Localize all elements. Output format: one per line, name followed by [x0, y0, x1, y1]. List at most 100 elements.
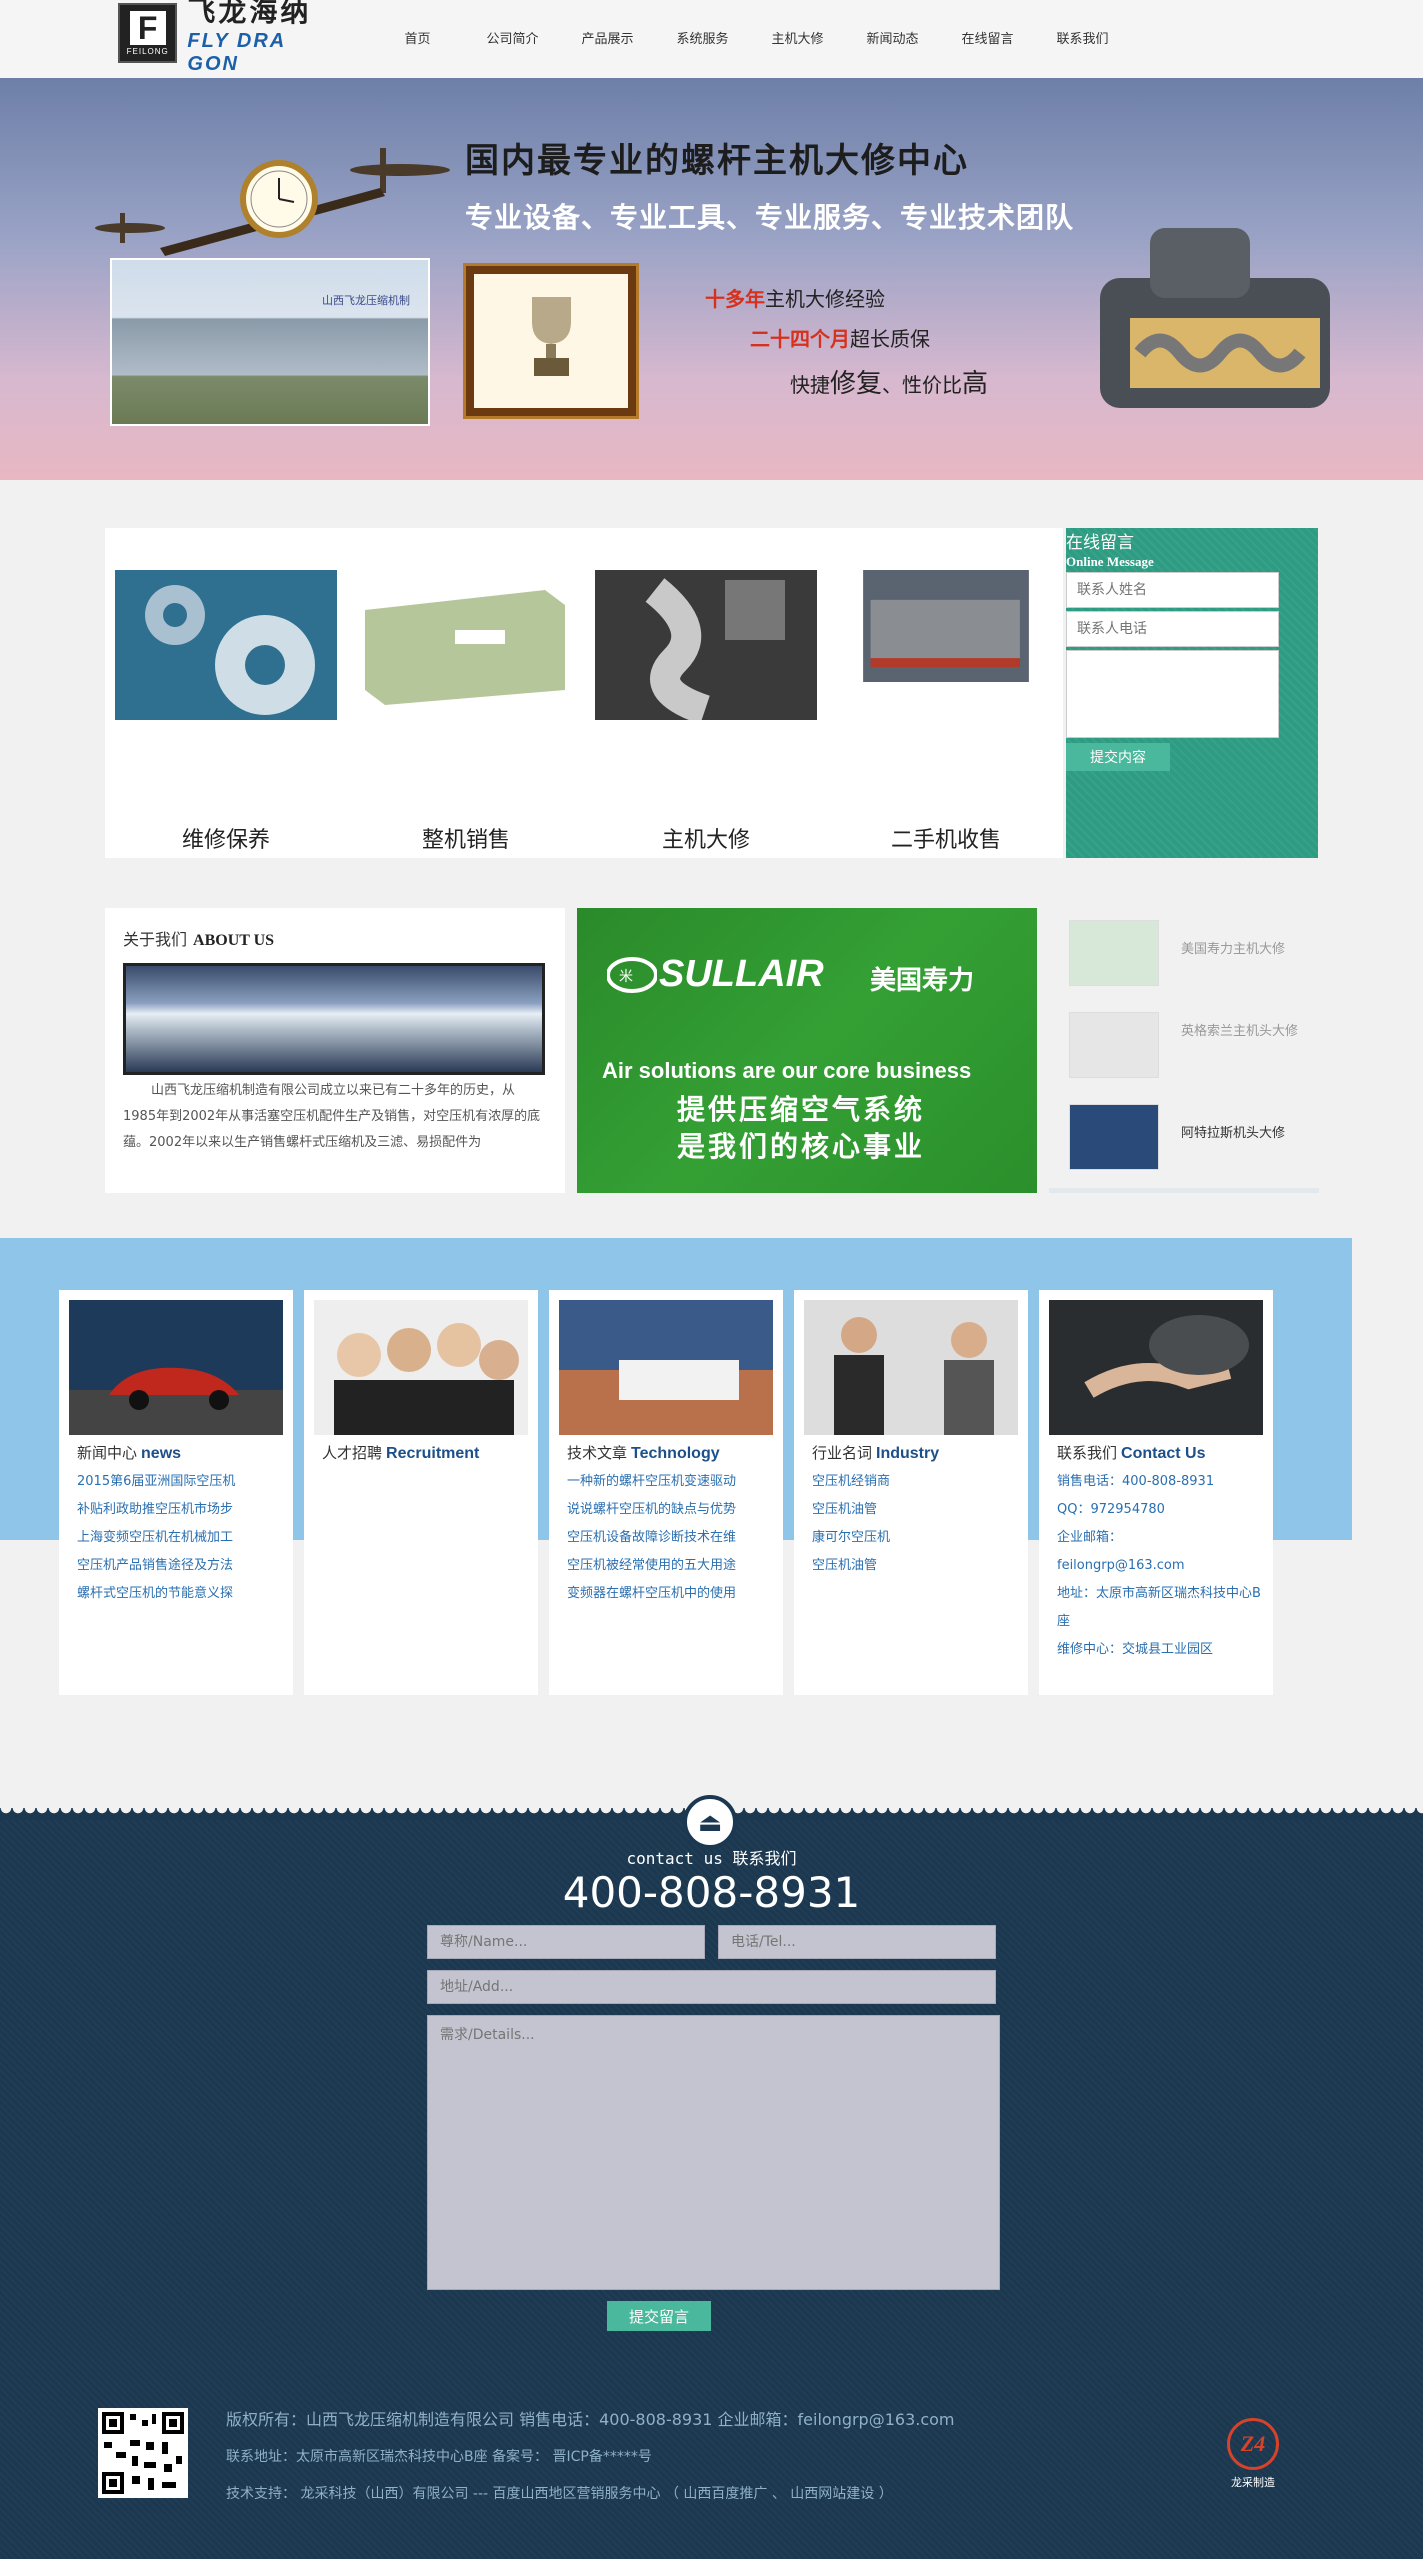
sullair-slogan-en: Air solutions are our core business: [602, 1058, 972, 1083]
list-item[interactable]: 空压机设备故障诊断技术在维: [567, 1524, 772, 1552]
technology-card: 技术文章 Technology 一种新的螺杆空压机变速驱动 说说螺杆空压机的缺点与…: [549, 1290, 783, 1695]
footer-submit-button[interactable]: 提交留言: [607, 2301, 711, 2331]
nav-message[interactable]: 在线留言: [940, 28, 1035, 47]
product-list: 美国寿力主机大修 英格索兰主机头大修 阿特拉斯机头大修: [1049, 908, 1319, 1193]
about-panel: 关于我们 ABOUT US 山西飞龙压缩机制造有限公司成立以来已有二十多年的历史，…: [105, 908, 565, 1193]
list-item[interactable]: 螺杆式空压机的节能意义探: [77, 1580, 282, 1608]
contact-phone-input[interactable]: [1066, 611, 1279, 647]
svg-text:米: 米: [619, 969, 633, 985]
screw-rotor-image: [595, 570, 817, 725]
message-textarea[interactable]: [1066, 650, 1279, 738]
product-thumb: [1069, 1012, 1159, 1078]
signing-image: [559, 1300, 773, 1435]
technology-list: 一种新的螺杆空压机变速驱动 说说螺杆空压机的缺点与优势 空压机设备故障诊断技术在…: [567, 1468, 772, 1608]
main-nav: 首页 公司简介 产品展示 系统服务 主机大修 新闻动态 在线留言 联系我们: [370, 28, 1130, 47]
tech-support-text: 技术支持： 龙采科技（山西）有限公司 --- 百度山西地区营销服务中心 （ 山西…: [226, 2486, 893, 2502]
recruitment-card: 人才招聘 Recruitment: [304, 1290, 538, 1695]
hero-banner[interactable]: 山西飞龙压缩机制 国内最专业的螺杆主机大修中心 专业设备、专业工具、专业服务、专…: [0, 78, 1423, 480]
product-item[interactable]: 英格索兰主机头大修: [1069, 1012, 1319, 1082]
service-overhaul[interactable]: 主机大修: [595, 570, 817, 853]
footer-name-input[interactable]: [427, 1925, 705, 1959]
banner-headline: 国内最专业的螺杆主机大修中心: [465, 141, 969, 181]
list-item[interactable]: 康可尔空压机: [812, 1524, 1017, 1552]
dragon-logo-icon: Z4: [1227, 2418, 1279, 2470]
list-item[interactable]: 空压机油管: [812, 1496, 1017, 1524]
list-item[interactable]: 一种新的螺杆空压机变速驱动: [567, 1468, 772, 1496]
message-title-en: Online Message: [1066, 554, 1154, 569]
logo-cn-text: 飞龙海纳: [187, 0, 312, 28]
sullair-brand: SULLAIR: [659, 953, 824, 995]
submit-message-button[interactable]: 提交内容: [1066, 743, 1170, 771]
list-item[interactable]: 变频器在螺杆空压机中的使用: [567, 1580, 772, 1608]
news-list: 2015第6届亚洲国际空压机 补贴利政助推空压机市场步 上海变频空压机在机械加工…: [77, 1468, 282, 1608]
logo[interactable]: F FEILONG 飞龙海纳 FLY DRA GON: [118, 0, 343, 75]
list-item[interactable]: 空压机被经常使用的五大用途: [567, 1552, 772, 1580]
list-item: 维修中心：交城县工业园区: [1057, 1642, 1214, 1657]
scroll-up-icon[interactable]: ⏏: [683, 1795, 737, 1849]
sullair-ad[interactable]: 米 SULLAIR 美国寿力 Air solutions are our cor…: [577, 908, 1037, 1193]
list-item: 企业邮箱：: [1057, 1530, 1123, 1545]
building-photo: [123, 963, 545, 1075]
list-item[interactable]: 空压机产品销售途径及方法: [77, 1552, 282, 1580]
list-item[interactable]: 空压机经销商: [812, 1468, 1017, 1496]
industry-card: 行业名词 Industry 空压机经销商 空压机油管 康可尔空压机 空压机油管: [794, 1290, 1028, 1695]
list-item[interactable]: feilongrp@163.com: [1057, 1552, 1262, 1580]
trophy-frame-image: [463, 263, 639, 419]
nav-home[interactable]: 首页: [370, 28, 465, 47]
about-text: 山西飞龙压缩机制造有限公司成立以来已有二十多年的历史，从1985年到2002年从…: [123, 1083, 541, 1150]
gears-image: [115, 570, 337, 720]
list-item[interactable]: 2015第6届亚洲国际空压机: [77, 1468, 282, 1496]
truck-image: [863, 570, 1029, 682]
nav-products[interactable]: 产品展示: [560, 28, 655, 47]
service-used-machines[interactable]: 二手机收售: [835, 570, 1057, 853]
screw-compressor-image: [1100, 228, 1330, 408]
about-title[interactable]: 关于我们 ABOUT US: [123, 926, 274, 950]
footer-address: 联系地址：太原市高新区瑞杰科技中心B座 备案号： 晋ICP备*****号: [226, 2449, 652, 2465]
footer-address-input[interactable]: [427, 1970, 996, 2004]
product-item[interactable]: 阿特拉斯机头大修: [1069, 1104, 1319, 1174]
footer-phone: 400-808-8931: [562, 1868, 861, 1917]
sullair-brand-cn: 美国寿力: [870, 966, 975, 996]
nav-about[interactable]: 公司简介: [465, 28, 560, 47]
businessmen-image: [804, 1300, 1018, 1435]
contact-us-heading: contact us 联系我们: [626, 1849, 797, 1868]
header: F FEILONG 飞龙海纳 FLY DRA GON 首页 公司简介 产品展示 …: [0, 0, 1423, 78]
product-thumb: [1069, 920, 1159, 986]
contact-name-input[interactable]: [1066, 572, 1279, 608]
builder-badge[interactable]: Z4 龙采制造: [1218, 2418, 1288, 2489]
compressor-image: [355, 570, 577, 720]
nav-overhaul[interactable]: 主机大修: [750, 28, 845, 47]
logo-mark: F FEILONG: [118, 3, 178, 63]
nav-news[interactable]: 新闻动态: [845, 28, 940, 47]
car-image: [69, 1300, 283, 1435]
nav-contact[interactable]: 联系我们: [1035, 28, 1130, 47]
handshake-image: [1049, 1300, 1263, 1435]
banner-subhead: 专业设备、专业工具、专业服务、专业技术团队: [465, 201, 1075, 234]
factory-photo: 山西飞龙压缩机制: [110, 258, 430, 426]
list-item: 地址：太原市高新区瑞杰科技中心B座: [1057, 1586, 1261, 1629]
sullair-slogan-cn-1: 提供压缩空气系统: [677, 1093, 926, 1126]
sullair-slogan-cn-2: 是我们的核心事业: [677, 1130, 926, 1163]
message-title: 在线留言: [1066, 533, 1134, 553]
industry-list: 空压机经销商 空压机油管 康可尔空压机 空压机油管: [812, 1468, 1017, 1580]
product-item[interactable]: 美国寿力主机大修: [1069, 920, 1319, 990]
banner-line-1: 十多年主机大修经验: [705, 287, 885, 311]
copyright-text: 版权所有：山西飞龙压缩机制造有限公司 销售电话：400-808-8931 企业邮…: [226, 2410, 955, 2429]
banner-line-3: 快捷修复、性价比高: [790, 369, 989, 399]
footer-details-textarea[interactable]: [427, 2015, 1000, 2290]
footer-tel-input[interactable]: [718, 1925, 996, 1959]
list-item[interactable]: 说说螺杆空压机的缺点与优势: [567, 1496, 772, 1524]
pocket-watch-image: [240, 160, 318, 238]
logo-en-text: FLY DRA GON: [187, 30, 286, 75]
list-item[interactable]: 上海变频空压机在机械加工: [77, 1524, 282, 1552]
news-card: 新闻中心 news 2015第6届亚洲国际空压机 补贴利政助推空压机市场步 上海变…: [59, 1290, 293, 1695]
list-item: 销售电话：400-808-8931: [1057, 1474, 1215, 1489]
service-maintenance[interactable]: 维修保养: [115, 570, 337, 853]
list-item[interactable]: 空压机油管: [812, 1552, 1017, 1580]
contact-list: 销售电话：400-808-8931 QQ：972954780 企业邮箱： fei…: [1057, 1468, 1262, 1664]
trophy-icon: [532, 297, 571, 376]
nav-service[interactable]: 系统服务: [655, 28, 750, 47]
list-item[interactable]: 补贴利政助推空压机市场步: [77, 1496, 282, 1524]
service-sales[interactable]: 整机销售: [355, 570, 577, 853]
qr-code: [98, 2408, 188, 2498]
